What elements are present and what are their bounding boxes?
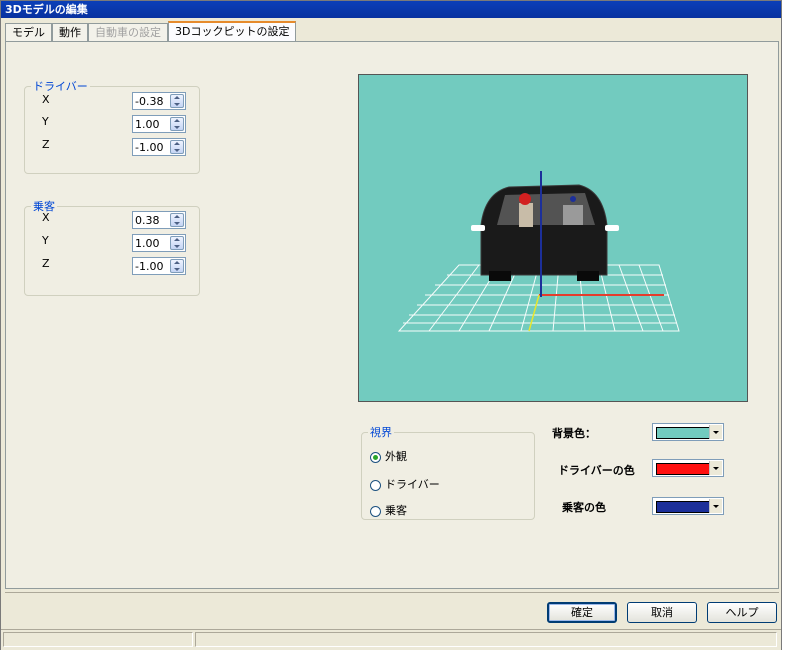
tab-strip: モデル 動作 自動車の設定 3Dコックピットの設定 [5, 21, 297, 41]
passenger-color-swatch [656, 501, 710, 513]
tab-motion[interactable]: 動作 [52, 23, 88, 41]
viewpoint-option-driver[interactable]: ドライバー [370, 476, 440, 494]
driver-color-label: ドライバーの色 [558, 464, 635, 477]
driver-z-spin-buttons[interactable] [170, 140, 184, 154]
passenger-y-input[interactable] [133, 235, 171, 251]
title-bar: 3Dモデルの編集 [1, 1, 781, 18]
footer-divider [5, 592, 779, 593]
background-color-swatch [656, 427, 710, 439]
status-pane-right [195, 632, 777, 647]
driver-z-spinner[interactable] [132, 138, 186, 156]
passenger-color-picker[interactable] [652, 497, 724, 515]
tab-vehicle-settings: 自動車の設定 [88, 23, 168, 41]
tab-panel: ドライバー X Y Z 乗客 X [5, 41, 779, 589]
tab-model[interactable]: モデル [5, 23, 52, 41]
driver-y-input[interactable] [133, 116, 171, 132]
driver-group-label: ドライバー [33, 80, 88, 93]
z-axis-line [528, 294, 540, 332]
radio-unselected-icon[interactable] [370, 505, 381, 517]
passenger-x-spin-buttons[interactable] [170, 213, 184, 227]
vehicle-model [471, 184, 619, 281]
passenger-color-label: 乗客の色 [562, 501, 606, 514]
background-color-picker[interactable] [652, 423, 724, 441]
driver-y-spin-buttons[interactable] [170, 117, 184, 131]
driver-z-input[interactable] [133, 139, 171, 155]
viewpoint-option-passenger-label: 乗客 [385, 504, 407, 517]
passenger-x-label: X [42, 211, 50, 224]
driver-color-picker[interactable] [652, 459, 724, 477]
cancel-button[interactable]: 取消 [627, 602, 697, 623]
passenger-x-spinner[interactable] [132, 211, 186, 229]
driver-y-label: Y [42, 115, 49, 128]
passenger-z-label: Z [42, 257, 50, 270]
passenger-y-label: Y [42, 234, 49, 247]
passenger-x-input[interactable] [133, 212, 171, 228]
driver-x-spinner[interactable] [132, 92, 186, 110]
edit-3d-model-dialog: 3Dモデルの編集 モデル 動作 自動車の設定 3Dコックピットの設定 ドライバー… [0, 0, 782, 650]
viewpoint-group: 視界 外観 ドライバー 乗客 [361, 424, 535, 520]
radio-unselected-icon[interactable] [370, 479, 381, 491]
window-title: 3Dモデルの編集 [5, 3, 88, 16]
chevron-down-icon[interactable] [709, 499, 722, 513]
ok-button[interactable]: 確定 [547, 602, 617, 623]
passenger-z-input[interactable] [133, 258, 171, 274]
chevron-down-icon[interactable] [709, 461, 722, 475]
tab-3d-cockpit-settings[interactable]: 3Dコックピットの設定 [168, 21, 297, 41]
status-bar [1, 629, 781, 650]
passenger-z-spin-buttons[interactable] [170, 259, 184, 273]
vehicle-3d-render [397, 171, 680, 332]
chevron-down-icon[interactable] [709, 425, 722, 439]
driver-z-label: Z [42, 138, 50, 151]
viewpoint-option-passenger[interactable]: 乗客 [370, 502, 407, 520]
viewpoint-option-driver-label: ドライバー [385, 478, 440, 491]
radio-selected-icon[interactable] [370, 451, 381, 463]
driver-x-spin-buttons[interactable] [170, 94, 184, 108]
driver-x-input[interactable] [133, 93, 171, 109]
driver-y-spinner[interactable] [132, 115, 186, 133]
viewpoint-group-label: 視界 [370, 426, 392, 439]
viewpoint-option-exterior[interactable]: 外観 [370, 448, 407, 466]
passenger-z-spinner[interactable] [132, 257, 186, 275]
status-pane-left [3, 632, 193, 647]
driver-x-label: X [42, 93, 50, 106]
cockpit-3d-preview[interactable] [358, 74, 748, 402]
passenger-y-spin-buttons[interactable] [170, 236, 184, 250]
help-button[interactable]: ヘルプ [707, 602, 777, 623]
viewpoint-option-exterior-label: 外観 [385, 450, 407, 463]
background-color-label: 背景色： [552, 427, 596, 440]
driver-color-swatch [656, 463, 710, 475]
passenger-y-spinner[interactable] [132, 234, 186, 252]
